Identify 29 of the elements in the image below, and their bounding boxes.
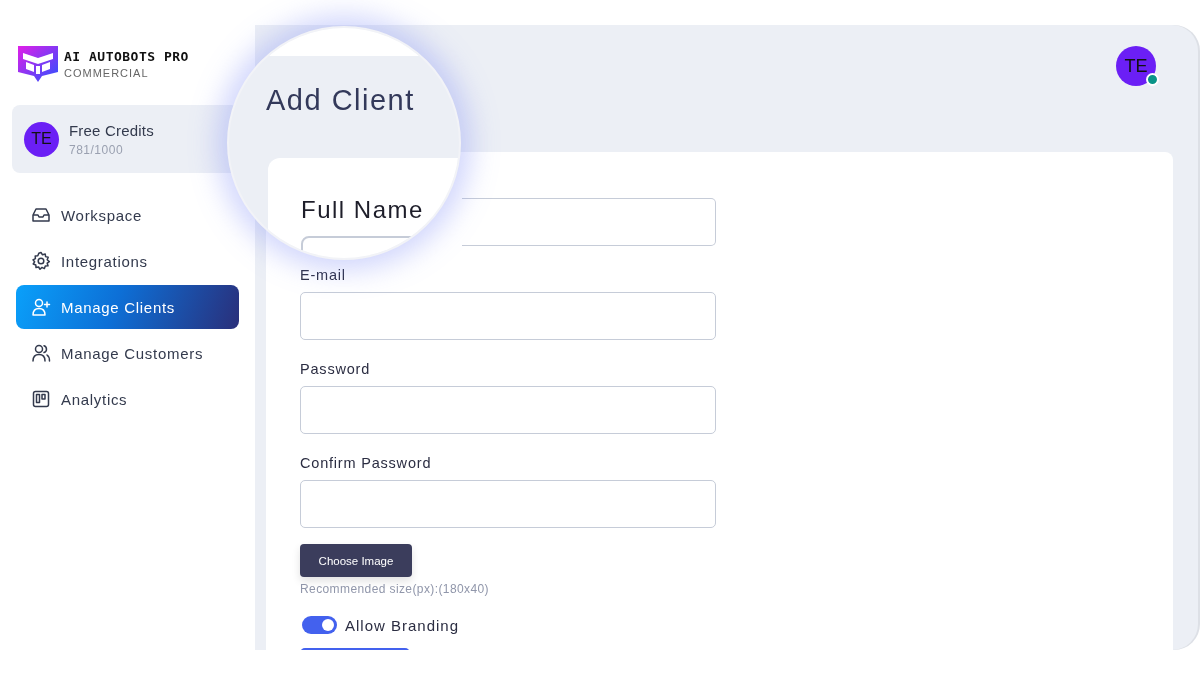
nav-item[interactable]: Analytics [16, 377, 134, 421]
field-label: Confirm Password [300, 454, 432, 473]
avatar: TE [24, 121, 59, 157]
field-label: Password [300, 360, 371, 379]
input-field[interactable] [300, 386, 716, 434]
nav-item[interactable]: Workspace [16, 193, 149, 237]
brand-name: AI AUTOBOTS PRO [64, 49, 189, 64]
input-field[interactable] [462, 198, 716, 246]
input-field[interactable] [300, 292, 716, 340]
settings-icon [31, 251, 51, 271]
board-icon [31, 389, 51, 409]
nav-item[interactable]: Manage Clients [16, 285, 239, 329]
add-user-icon [31, 297, 51, 317]
users-icon [31, 343, 51, 363]
toggle-switch[interactable] [302, 616, 337, 634]
nav-item[interactable]: Manage Customers [16, 331, 210, 375]
credits-usage: 781/1000 [69, 142, 125, 157]
inbox-icon [31, 205, 51, 225]
credits-title: Free Credits [69, 121, 154, 139]
page-title: Add Client [266, 84, 415, 117]
toggle-label: Allow Branding [345, 616, 460, 634]
choose-image-button[interactable]: Choose Image [300, 544, 412, 577]
nav-item[interactable]: Integrations [16, 239, 154, 283]
logo-icon [16, 44, 60, 84]
field-label: Full Name [301, 196, 424, 224]
field-label: E-mail [300, 266, 346, 285]
brand-edition: COMMERCIAL [64, 67, 150, 79]
hint-text: Recommended size(px):(180x40) [300, 582, 489, 596]
input-field[interactable] [300, 480, 716, 528]
